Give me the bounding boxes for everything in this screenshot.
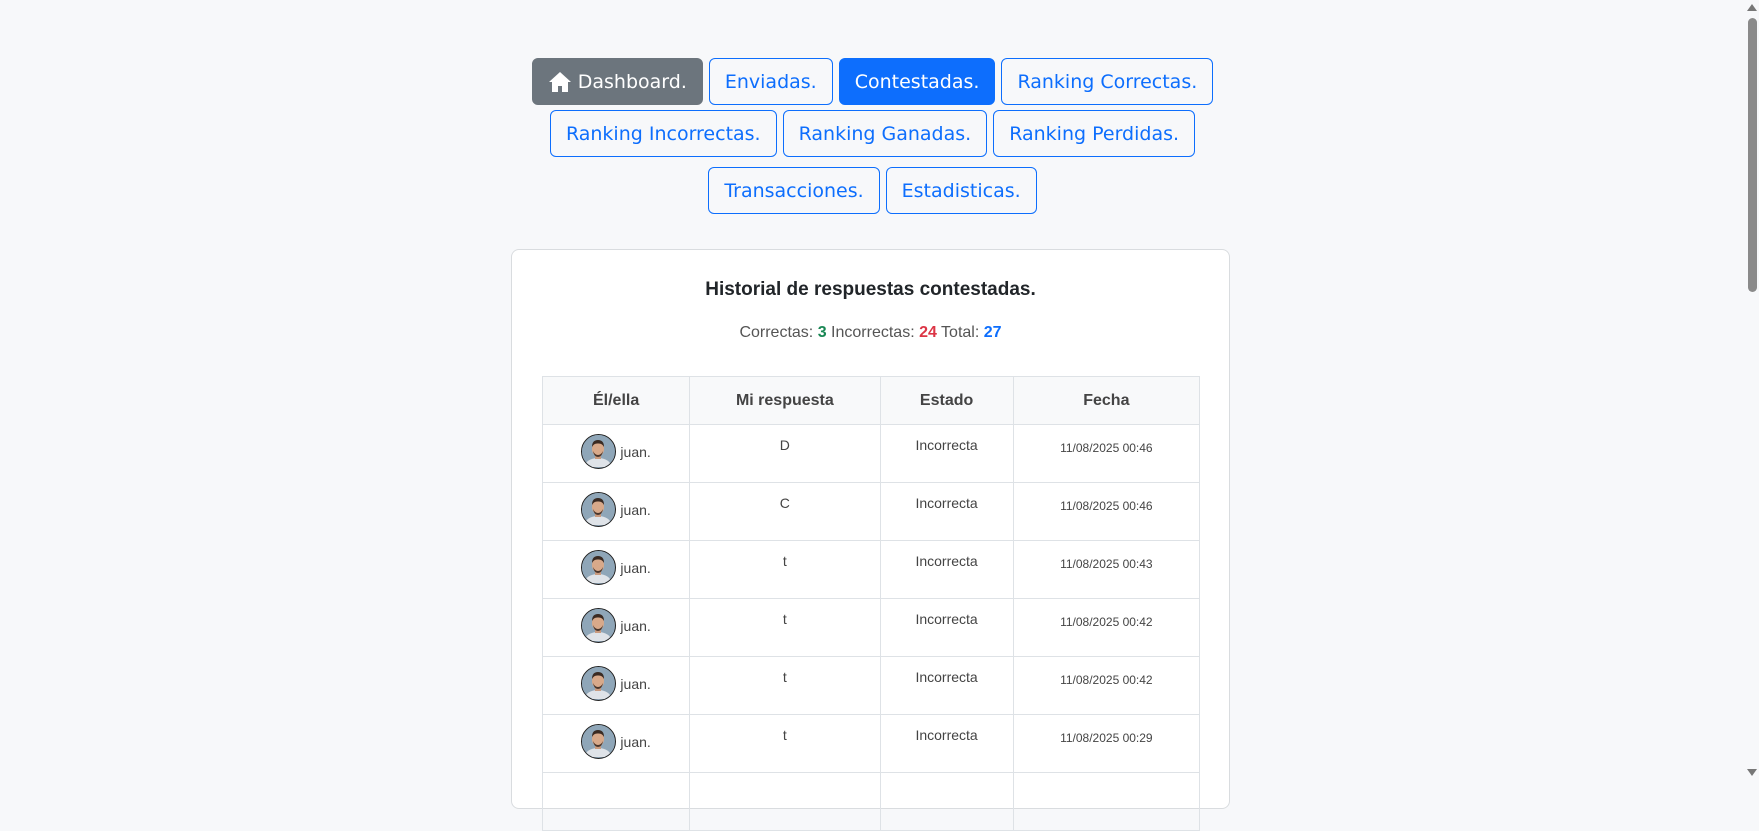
user-info[interactable]: juan. xyxy=(581,666,651,701)
fecha-cell: 11/08/2025 00:46 xyxy=(1012,482,1201,541)
respuesta-cell: t xyxy=(689,540,881,599)
user-info[interactable]: juan. xyxy=(581,550,651,585)
home-icon xyxy=(548,71,571,92)
dashboard-label: Dashboard. xyxy=(577,70,687,93)
column-header-fecha: Fecha xyxy=(1012,376,1201,425)
scroll-down-arrow-icon[interactable] xyxy=(1747,769,1757,776)
user-name: juan. xyxy=(620,559,651,576)
total-count: 27 xyxy=(983,324,1002,341)
user-cell: juan. xyxy=(541,656,691,715)
table-header-row: Él/ella Mi respuesta Estado Fecha xyxy=(541,376,1201,425)
user-cell: juan. xyxy=(541,424,691,483)
table-row: juan. t Incorrecta 11/08/2025 00:42 xyxy=(541,598,1201,657)
user-name: juan. xyxy=(620,501,651,518)
enviadas-button[interactable]: Enviadas. xyxy=(708,58,833,105)
table-row xyxy=(541,772,1201,831)
ranking-incorrectas-button[interactable]: Ranking Incorrectas. xyxy=(549,110,777,157)
nav-row-3: Transacciones. Estadisticas. xyxy=(0,167,1745,214)
total-label: Total: xyxy=(941,324,980,341)
respuesta-cell xyxy=(689,772,881,831)
transacciones-button[interactable]: Transacciones. xyxy=(708,167,880,214)
contestadas-button[interactable]: Contestadas. xyxy=(838,58,996,105)
user-info[interactable]: juan. xyxy=(581,608,651,643)
user-name: juan. xyxy=(620,675,651,692)
answers-table: Él/ella Mi respuesta Estado Fecha juan. D… xyxy=(541,376,1201,831)
user-cell: juan. xyxy=(541,540,691,599)
card-title: Historial de respuestas contestadas. xyxy=(705,279,1036,300)
fecha-cell: 11/08/2025 00:46 xyxy=(1012,424,1201,483)
avatar xyxy=(581,434,617,469)
avatar xyxy=(581,724,617,759)
nav-row-1: Dashboard. Enviadas. Contestadas. Rankin… xyxy=(0,58,1745,105)
user-info[interactable]: juan. xyxy=(581,492,651,527)
fecha-cell xyxy=(1012,772,1201,831)
column-header-respuesta: Mi respuesta xyxy=(689,376,881,425)
dashboard-button[interactable]: Dashboard. xyxy=(531,58,703,105)
ranking-perdidas-button[interactable]: Ranking Perdidas. xyxy=(993,110,1196,157)
user-cell xyxy=(541,772,691,831)
user-cell: juan. xyxy=(541,598,691,657)
column-header-user: Él/ella xyxy=(541,376,691,425)
correctas-count: 3 xyxy=(817,324,827,341)
estado-cell: Incorrecta xyxy=(879,424,1014,483)
answers-summary: Correctas: 3 Incorrectas: 24 Total: 27 xyxy=(512,324,1229,342)
correctas-label: Correctas: xyxy=(739,324,814,341)
incorrectas-label: Incorrectas: xyxy=(831,324,915,341)
respuesta-cell: t xyxy=(689,714,881,773)
user-name: juan. xyxy=(620,733,651,750)
respuesta-cell: t xyxy=(689,598,881,657)
respuesta-cell: C xyxy=(689,482,881,541)
table-row: juan. D Incorrecta 11/08/2025 00:46 xyxy=(541,424,1201,483)
respuesta-cell: D xyxy=(689,424,881,483)
user-cell: juan. xyxy=(541,714,691,773)
table-body: juan. D Incorrecta 11/08/2025 00:46 juan. C In… xyxy=(541,424,1201,831)
respuesta-cell: t xyxy=(689,656,881,715)
estado-cell: Incorrecta xyxy=(879,598,1014,657)
avatar xyxy=(581,666,617,701)
estado-cell: Incorrecta xyxy=(879,482,1014,541)
estadisticas-button[interactable]: Estadisticas. xyxy=(885,167,1037,214)
user-info[interactable]: juan. xyxy=(581,724,651,759)
estado-cell: Incorrecta xyxy=(879,656,1014,715)
fecha-cell: 11/08/2025 00:29 xyxy=(1012,714,1201,773)
fecha-cell: 11/08/2025 00:43 xyxy=(1012,540,1201,599)
fecha-cell: 11/08/2025 00:42 xyxy=(1012,598,1201,657)
table-row: juan. t Incorrecta 11/08/2025 00:42 xyxy=(541,656,1201,715)
table-row: juan. C Incorrecta 11/08/2025 00:46 xyxy=(541,482,1201,541)
column-header-estado: Estado xyxy=(879,376,1014,425)
user-name: juan. xyxy=(620,617,651,634)
scroll-up-arrow-icon[interactable] xyxy=(1747,4,1757,11)
table-row: juan. t Incorrecta 11/08/2025 00:29 xyxy=(541,714,1201,773)
avatar xyxy=(581,608,617,643)
history-card: Historial de respuestas contestadas. Cor… xyxy=(511,249,1230,831)
scrollbar-thumb[interactable] xyxy=(1748,18,1757,292)
user-info[interactable]: juan. xyxy=(581,434,651,469)
avatar xyxy=(581,492,617,527)
estado-cell xyxy=(879,772,1014,831)
avatar xyxy=(581,550,617,585)
nav-row-2: Ranking Incorrectas. Ranking Ganadas. Ra… xyxy=(0,110,1745,157)
ranking-ganadas-button[interactable]: Ranking Ganadas. xyxy=(782,110,988,157)
table-row: juan. t Incorrecta 11/08/2025 00:43 xyxy=(541,540,1201,599)
fecha-cell: 11/08/2025 00:42 xyxy=(1012,656,1201,715)
estado-cell: Incorrecta xyxy=(879,540,1014,599)
ranking-correctas-button[interactable]: Ranking Correctas. xyxy=(1001,58,1214,105)
vertical-scrollbar[interactable] xyxy=(1745,0,1759,780)
incorrectas-count: 24 xyxy=(919,324,937,341)
user-name: juan. xyxy=(620,443,651,460)
estado-cell: Incorrecta xyxy=(879,714,1014,773)
user-cell: juan. xyxy=(541,482,691,541)
